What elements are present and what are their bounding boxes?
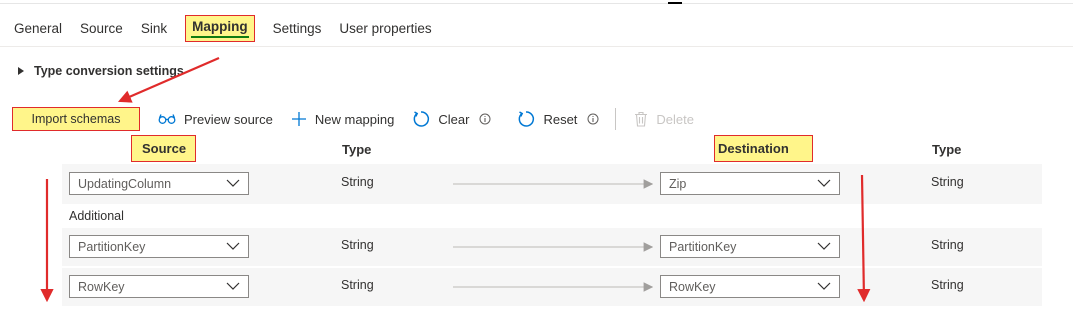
clear-label: Clear [438,111,470,127]
caret-right-icon [18,67,24,75]
trash-icon [635,111,648,127]
tab-bar: General Source Sink Mapping Settings Use… [14,12,450,44]
info-icon[interactable] [479,113,491,125]
additional-section-label: Additional [69,209,124,223]
destination-type-value: String [931,238,964,252]
preview-source-label: Preview source [184,111,273,127]
destination-select-value: PartitionKey [669,239,737,254]
source-type-value: String [341,175,374,189]
info-icon[interactable] [587,113,599,125]
source-type-value: String [341,238,374,252]
chevron-down-icon [817,242,831,250]
type-conversion-label: Type conversion settings [34,64,184,78]
source-column-header: Source [131,135,196,162]
new-mapping-button[interactable]: New mapping [291,111,395,127]
destination-type-value: String [931,175,964,189]
new-mapping-label: New mapping [314,111,395,127]
tab-user-properties[interactable]: User properties [339,21,431,36]
source-header-label: Source [142,141,187,156]
destination-type-header: Type [932,142,962,157]
tab-general[interactable]: General [14,21,62,36]
tab-divider [0,46,1073,47]
destination-column-header: Destination [714,135,813,162]
refresh-icon [519,111,535,127]
import-schemas-button[interactable]: Import schemas [12,107,140,131]
source-select-value: PartitionKey [78,239,146,254]
refresh-icon [413,111,430,127]
import-schemas-label: Import schemas [31,112,121,126]
chevron-down-icon [226,179,240,187]
tab-sink[interactable]: Sink [141,21,167,36]
chevron-down-icon [817,179,831,187]
source-column-select[interactable]: UpdatingColumn [69,172,249,195]
destination-column-select[interactable]: PartitionKey [660,235,840,258]
reset-label: Reset [543,111,578,127]
destination-column-select[interactable]: RowKey [660,275,840,298]
destination-select-value: RowKey [669,279,716,294]
destination-type-value: String [931,278,964,292]
chevron-down-icon [226,242,240,250]
source-column-select[interactable]: PartitionKey [69,235,249,258]
preview-source-button[interactable]: Preview source [158,112,273,127]
delete-button[interactable]: Delete [634,111,694,127]
tab-settings[interactable]: Settings [273,21,322,36]
type-conversion-toggle[interactable]: Type conversion settings [18,64,184,78]
clear-button[interactable]: Clear [412,110,499,128]
tab-mapping[interactable]: Mapping [185,14,255,42]
top-border [0,0,1073,4]
source-type-value: String [341,278,374,292]
reset-button[interactable]: Reset [517,110,607,128]
toolbar-separator [615,108,617,130]
plus-icon [291,112,306,126]
source-column-select[interactable]: RowKey [69,275,249,298]
source-select-value: UpdatingColumn [78,176,172,191]
tab-source[interactable]: Source [80,21,123,36]
chevron-down-icon [817,282,831,290]
destination-column-select[interactable]: Zip [660,172,840,195]
glasses-icon [158,114,176,124]
delete-label: Delete [656,111,694,127]
mapping-toolbar: Import schemas Preview source New mappin… [12,106,694,132]
source-select-value: RowKey [78,279,125,294]
source-type-header: Type [342,142,372,157]
chevron-down-icon [226,282,240,290]
destination-select-value: Zip [669,176,687,191]
destination-header-label: Destination [718,141,789,156]
window-mark [668,2,682,4]
